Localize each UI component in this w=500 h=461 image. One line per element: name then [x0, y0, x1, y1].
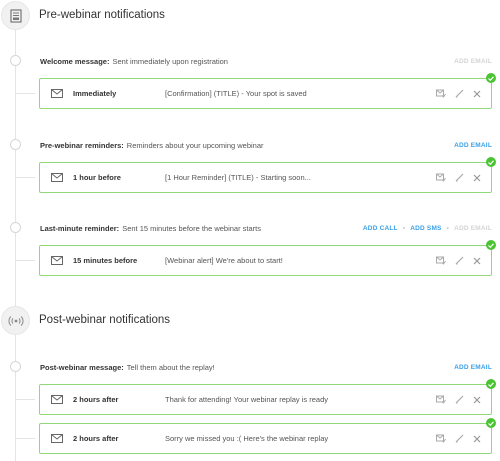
timeline-branch: [15, 93, 35, 94]
test-email-icon[interactable]: [436, 173, 446, 182]
add-call-button[interactable]: ADD CALL: [363, 225, 398, 232]
edit-icon[interactable]: [455, 173, 464, 182]
row-label: Pre-webinar reminders:: [40, 140, 124, 150]
email-timing: 1 hour before: [73, 173, 121, 182]
section-title-post: Post-webinar notifications: [39, 314, 171, 326]
email-card-reminder[interactable]: 1 hour before [1 Hour Reminder] (TITLE) …: [39, 157, 496, 193]
test-email-icon[interactable]: [436, 434, 446, 443]
email-subject: Sorry we missed you :( Here's the webina…: [165, 434, 329, 443]
timeline-dot: [10, 222, 21, 233]
edit-icon[interactable]: [455, 256, 464, 265]
email-card-last-minute[interactable]: 15 minutes before [Webinar alert] We're …: [39, 240, 496, 276]
check-icon: [486, 418, 496, 428]
email-timing: 15 minutes before: [73, 256, 138, 265]
email-subject: Thank for attending! Your webinar replay…: [165, 395, 329, 404]
add-email-button[interactable]: ADD EMAIL: [454, 58, 492, 65]
check-icon: [486, 240, 496, 250]
add-email-button[interactable]: ADD EMAIL: [454, 364, 492, 371]
broadcast-icon: [1, 306, 30, 335]
close-icon[interactable]: [473, 435, 481, 443]
timeline-branch: [15, 177, 35, 178]
check-icon: [486, 157, 496, 167]
envelope-icon: [51, 434, 65, 443]
row-label: Welcome message:: [40, 56, 110, 66]
test-email-icon[interactable]: [436, 256, 446, 265]
edit-icon[interactable]: [455, 89, 464, 98]
row-header-post: Post-webinar message: Tell them about the…: [40, 360, 492, 374]
email-timing: 2 hours after: [73, 395, 119, 404]
add-email-button[interactable]: ADD EMAIL: [454, 225, 492, 232]
row-description: Tell them about the replay!: [126, 362, 215, 372]
row-label: Last-minute reminder:: [40, 223, 120, 233]
envelope-icon: [51, 395, 65, 404]
timeline-branch: [15, 399, 35, 400]
timeline-dot: [10, 361, 21, 372]
row-description: Sent 15 minutes before the webinar start…: [122, 223, 262, 233]
timeline-branch: [15, 438, 35, 439]
test-email-icon[interactable]: [436, 89, 446, 98]
row-header-last-minute: Last-minute reminder: Sent 15 minutes bef…: [40, 221, 492, 235]
email-timing: 2 hours after: [73, 434, 119, 443]
close-icon[interactable]: [473, 257, 481, 265]
envelope-icon: [51, 256, 65, 265]
row-label: Post-webinar message:: [40, 362, 124, 372]
edit-icon[interactable]: [455, 395, 464, 404]
envelope-icon: [51, 173, 65, 182]
separator-dot: •: [402, 224, 406, 232]
email-subject: [1 Hour Reminder] (TITLE) - Starting soo…: [165, 173, 311, 182]
email-card-post-attended[interactable]: 2 hours after Thank for attending! Your …: [39, 379, 496, 415]
close-icon[interactable]: [473, 396, 481, 404]
separator-dot: •: [446, 224, 450, 232]
email-timing: Immediately: [73, 89, 117, 98]
edit-icon[interactable]: [455, 434, 464, 443]
timeline-line: [15, 26, 16, 461]
email-subject: [Webinar alert] We're about to start!: [165, 256, 283, 265]
section-title-pre: Pre-webinar notifications: [39, 9, 165, 21]
test-email-icon[interactable]: [436, 395, 446, 404]
close-icon[interactable]: [473, 90, 481, 98]
timeline-branch: [15, 260, 35, 261]
email-card-welcome[interactable]: Immediately [Confirmation] (TITLE) - You…: [39, 73, 496, 109]
envelope-icon: [51, 89, 65, 98]
check-icon: [486, 73, 496, 83]
add-email-button[interactable]: ADD EMAIL: [454, 142, 492, 149]
email-subject: [Confirmation] (TITLE) - Your spot is sa…: [165, 89, 307, 98]
row-description: Reminders about your upcoming webinar: [126, 140, 264, 150]
email-card-post-missed[interactable]: 2 hours after Sorry we missed you :( Her…: [39, 418, 496, 454]
row-description: Sent immediately upon registration: [112, 56, 228, 66]
row-header-reminders: Pre-webinar reminders: Reminders about yo…: [40, 138, 492, 152]
timeline-dot: [10, 139, 21, 150]
close-icon[interactable]: [473, 174, 481, 182]
row-header-welcome: Welcome message: Sent immediately upon re…: [40, 54, 492, 68]
add-sms-button[interactable]: ADD SMS: [410, 225, 441, 232]
check-icon: [486, 379, 496, 389]
timeline-dot: [10, 55, 21, 66]
document-icon: [1, 1, 30, 30]
